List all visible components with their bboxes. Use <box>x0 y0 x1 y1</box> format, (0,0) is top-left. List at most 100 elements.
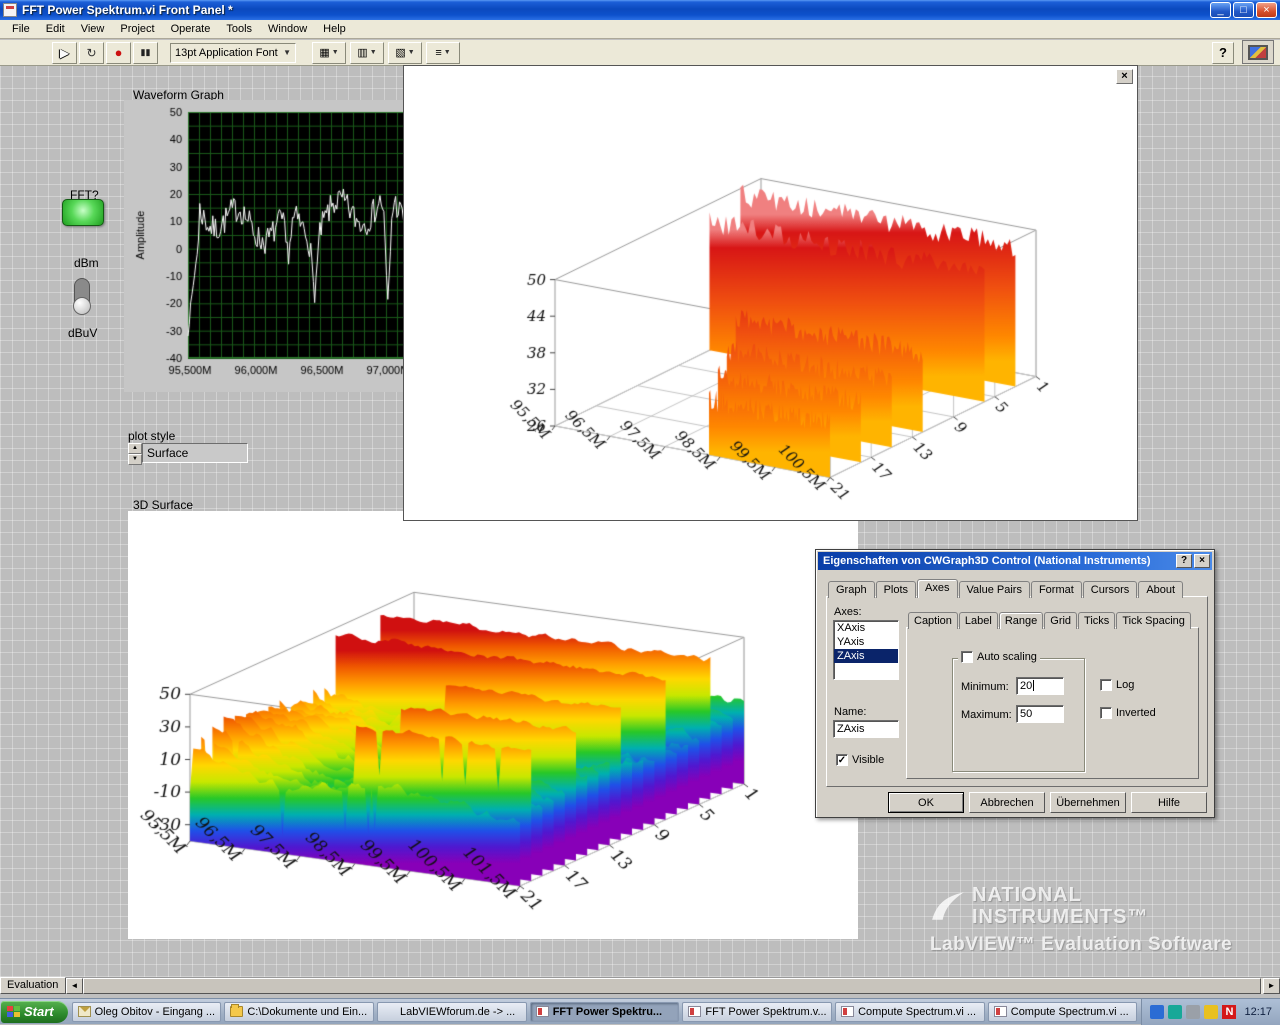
taskbar-item[interactable]: Compute Spectrum.vi ... <box>835 1001 985 1022</box>
spinner-up-icon[interactable]: ▲ <box>128 443 142 454</box>
axis-subtab[interactable]: Tick Spacing <box>1116 612 1191 629</box>
dialog-tab[interactable]: About <box>1138 581 1184 598</box>
fft-button[interactable] <box>62 199 104 226</box>
close-button[interactable]: × <box>1256 2 1277 18</box>
minimize-button[interactable]: _ <box>1210 2 1231 18</box>
dialog-button[interactable]: OK <box>888 792 964 813</box>
pause-button[interactable]: ▮▮ <box>133 41 158 64</box>
taskbar-clock[interactable]: 12:17 <box>1244 1006 1272 1018</box>
taskbar-item[interactable]: FFT Power Spektru... <box>529 1001 680 1022</box>
scroll-right-icon[interactable]: ► <box>1263 978 1280 994</box>
axes-list-item[interactable]: YAxis <box>834 635 898 649</box>
run-continuous-icon: ↻ <box>86 45 97 60</box>
dialog-close-button[interactable]: × <box>1194 554 1210 568</box>
menu-item[interactable]: Project <box>112 21 162 37</box>
menu-item[interactable]: Help <box>315 21 354 37</box>
tray-n-icon[interactable]: N <box>1222 1004 1237 1019</box>
axis-subtab[interactable]: Caption <box>908 612 958 629</box>
plot-style-label: plot style <box>128 429 176 443</box>
run-button[interactable]: ▶ <box>52 41 77 64</box>
taskbar-item[interactable]: Compute Spectrum.vi ... <box>987 1001 1138 1022</box>
scrollbar-thumb[interactable] <box>83 978 1261 994</box>
inverted-checkbox-row[interactable]: Inverted <box>1100 707 1156 719</box>
axis-subtab[interactable]: Label <box>958 612 998 629</box>
dialog-button[interactable]: Übernehmen <box>1050 792 1126 813</box>
axes-listbox[interactable]: XAxis YAxis ZAxis <box>833 620 899 680</box>
taskbar-item-label: C:\Dokumente und Ein... <box>247 1005 368 1018</box>
axes-list-item[interactable]: ZAxis <box>834 649 898 663</box>
evaluation-indicator[interactable]: Evaluation <box>0 977 66 994</box>
waveform-graph[interactable] <box>124 100 420 392</box>
toggle-knob[interactable] <box>73 297 91 315</box>
taskbar-item[interactable]: Oleg Obitov - Eingang ... <box>71 1001 222 1022</box>
menu-item[interactable]: Tools <box>218 21 260 37</box>
resize-objects-button[interactable]: ▧ ▼ <box>388 41 422 64</box>
log-checkbox-row[interactable]: Log <box>1100 679 1134 691</box>
resize-objects-icon: ▧ <box>395 47 406 59</box>
maximize-button[interactable]: □ <box>1233 2 1254 18</box>
taskbar-item[interactable]: FFT Power Spektrum.v... <box>682 1001 833 1022</box>
surface-3d-graph[interactable] <box>128 511 858 939</box>
dialog-button[interactable]: Abbrechen <box>969 792 1045 813</box>
scroll-left-icon[interactable]: ◄ <box>66 978 83 994</box>
surface3d-canvas[interactable] <box>128 511 858 939</box>
run-continuous-button[interactable]: ↻ <box>79 41 104 64</box>
minimum-field[interactable]: 20 <box>1016 677 1064 695</box>
inverted-checkbox[interactable] <box>1100 707 1112 719</box>
taskbar-item-icon <box>230 1004 244 1017</box>
context-help-button[interactable]: ? <box>1212 42 1234 64</box>
distribute-objects-button[interactable]: ▥ ▼ <box>350 41 384 64</box>
dialog-tab[interactable]: Value Pairs <box>958 581 1030 598</box>
spinner-down-icon[interactable]: ▼ <box>128 454 142 465</box>
dialog-help-button[interactable]: ? <box>1176 554 1192 568</box>
axis-subtab[interactable]: Range <box>998 612 1044 629</box>
tray-icon-4[interactable] <box>1204 1004 1219 1019</box>
dialog-buttons: OK Abbrechen Übernehmen Hilfe <box>888 792 1207 813</box>
auto-scaling-checkbox-row[interactable]: Auto scaling <box>958 651 1040 663</box>
abort-button[interactable]: ● <box>106 41 131 64</box>
menu-item[interactable]: Operate <box>163 21 219 37</box>
float-3d-window[interactable]: × <box>403 65 1138 521</box>
log-checkbox[interactable] <box>1100 679 1112 691</box>
pause-icon: ▮▮ <box>140 47 151 57</box>
taskbar-item[interactable]: C:\Dokumente und Ein... <box>224 1001 374 1022</box>
dialog-tab[interactable]: Axes <box>917 579 958 598</box>
visible-checkbox-row[interactable]: ✓ Visible <box>836 754 884 766</box>
dialog-titlebar[interactable]: Eigenschaften von CWGraph3D Control (Nat… <box>818 552 1212 570</box>
menu-item[interactable]: File <box>4 21 38 37</box>
dialog-button[interactable]: Hilfe <box>1131 792 1207 813</box>
tray-icon-2[interactable] <box>1168 1004 1183 1019</box>
axes-list-item[interactable]: XAxis <box>834 621 898 635</box>
minimum-value: 20 <box>1020 680 1033 692</box>
float3d-canvas[interactable] <box>405 68 1136 518</box>
unit-toggle-switch[interactable] <box>73 278 91 315</box>
dialog-tab[interactable]: Graph <box>828 581 875 598</box>
inverted-label: Inverted <box>1116 707 1156 719</box>
start-button[interactable]: Start <box>1 1000 68 1023</box>
align-objects-button[interactable]: ▦ ▼ <box>312 41 346 64</box>
close-icon[interactable]: × <box>1116 69 1133 84</box>
tray-icon-3[interactable] <box>1186 1004 1201 1019</box>
dialog-tab[interactable]: Cursors <box>1082 581 1138 598</box>
maximum-field[interactable]: 50 <box>1016 705 1064 723</box>
axis-subtab[interactable]: Ticks <box>1078 612 1116 629</box>
properties-dialog[interactable]: Eigenschaften von CWGraph3D Control (Nat… <box>815 549 1215 818</box>
auto-scaling-checkbox[interactable] <box>961 651 973 663</box>
horizontal-scrollbar[interactable]: ◄ ► <box>66 977 1280 994</box>
tray-icon-1[interactable] <box>1150 1004 1165 1019</box>
plot-style-control[interactable]: ▲ ▼ Surface <box>128 443 248 465</box>
dialog-tab[interactable]: Plots <box>875 581 917 598</box>
axis-subtab[interactable]: Grid <box>1044 612 1078 629</box>
menu-item[interactable]: Window <box>260 21 315 37</box>
waveform-canvas[interactable] <box>124 100 416 388</box>
dialog-tab[interactable]: Format <box>1030 581 1082 598</box>
window-titlebar[interactable]: FFT Power Spektrum.vi Front Panel * _ □ … <box>0 0 1280 20</box>
name-field[interactable]: ZAxis <box>833 720 899 738</box>
taskbar-item[interactable]: LabVIEWforum.de -> ... <box>377 1001 527 1022</box>
font-selector[interactable]: 13pt Application Font ▼ <box>170 42 296 63</box>
visible-checkbox[interactable]: ✓ <box>836 754 848 766</box>
menu-item[interactable]: Edit <box>38 21 73 37</box>
menu-item[interactable]: View <box>73 21 113 37</box>
reorder-button[interactable]: ≡ ▼ <box>426 41 460 64</box>
plot-style-value[interactable]: Surface <box>142 443 248 463</box>
